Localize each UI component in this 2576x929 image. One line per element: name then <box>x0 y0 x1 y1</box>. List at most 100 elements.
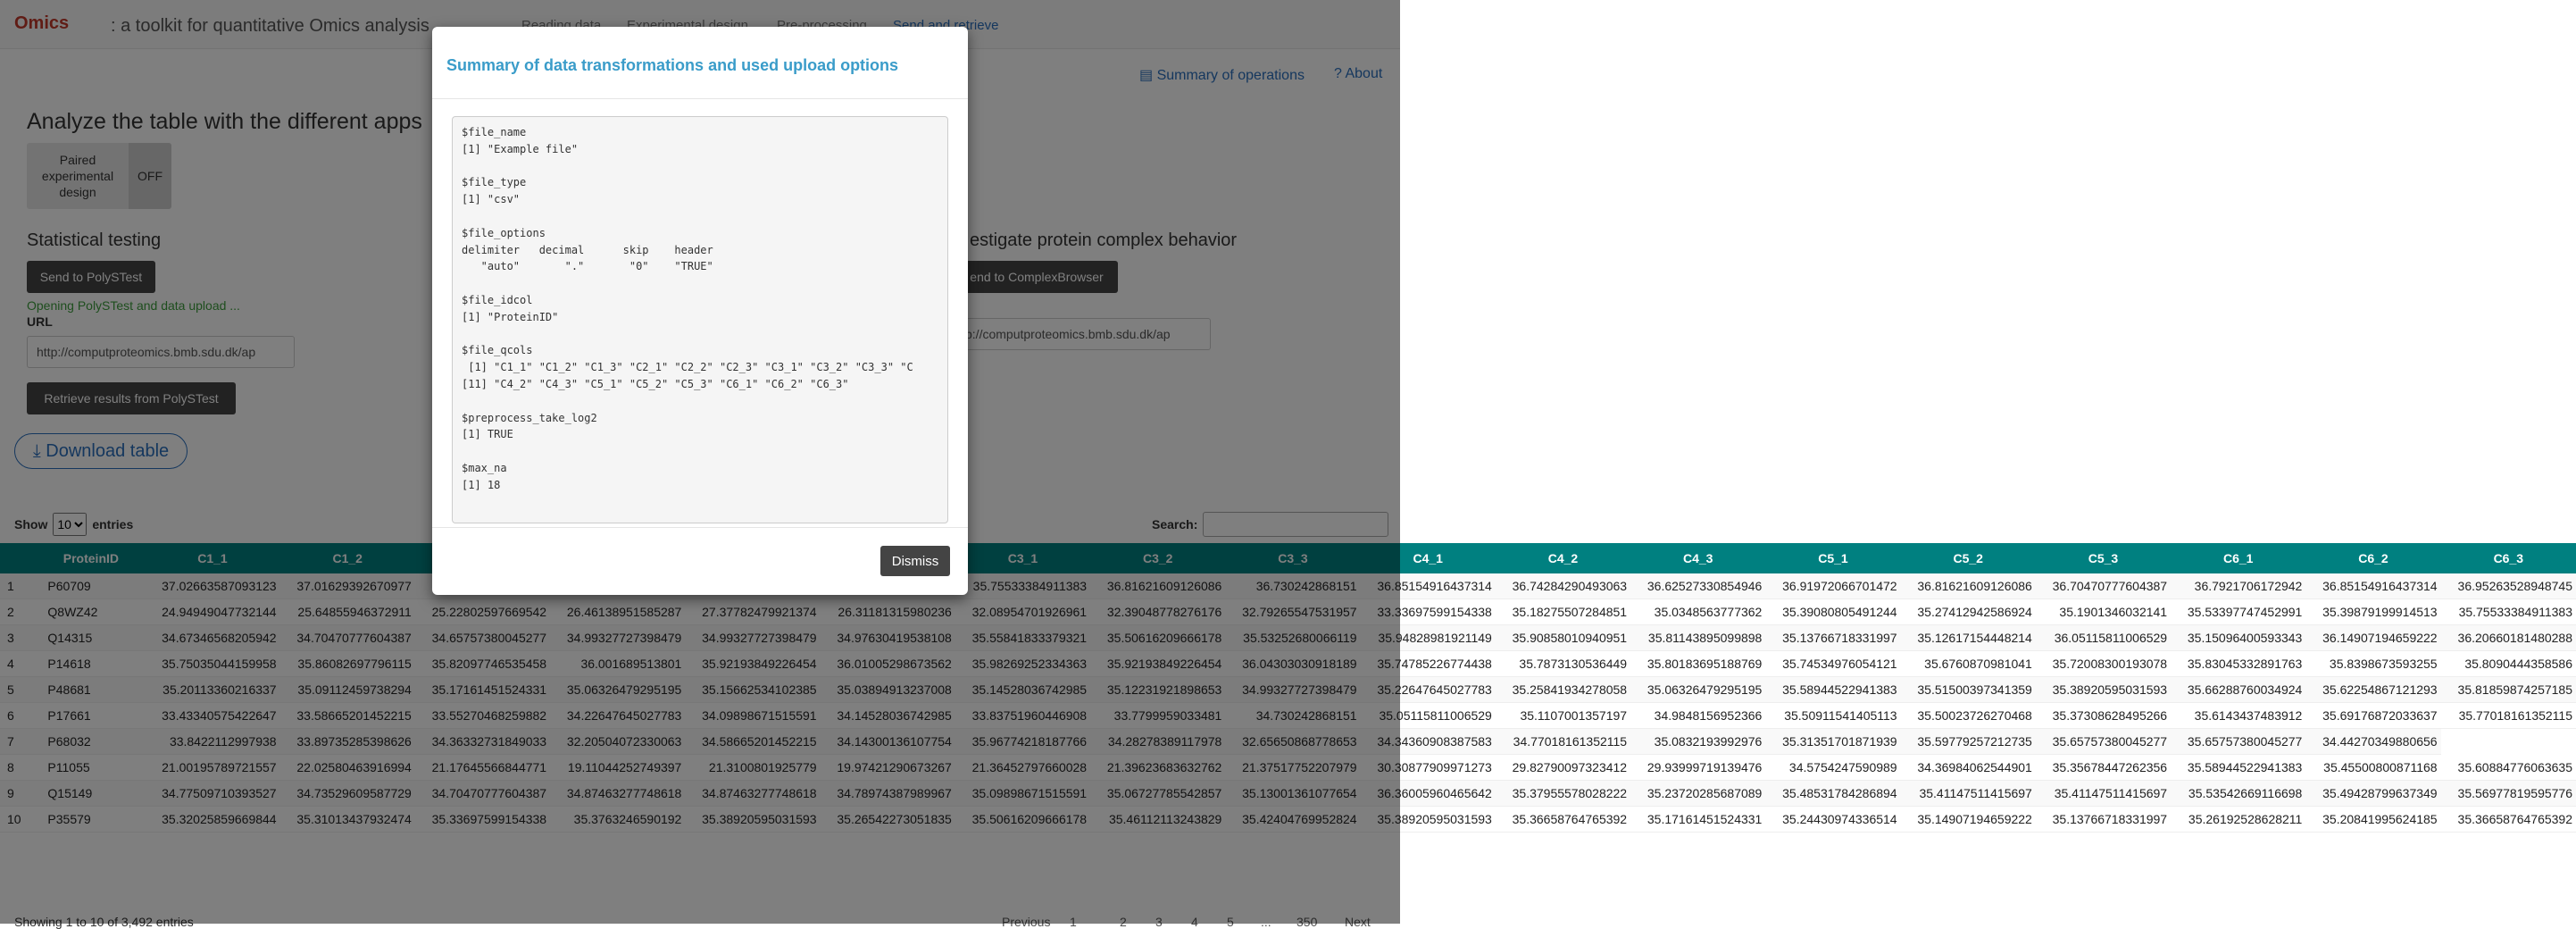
value-cell: 35.23720285687089 <box>1630 780 1766 807</box>
modal-title: Summary of data transformations and used… <box>446 56 899 74</box>
value-cell: 35.60884776063635 <box>2440 754 2576 781</box>
value-cell: 35.50023726270468 <box>1900 702 2036 729</box>
value-cell: 35.14907194659222 <box>1900 806 2036 833</box>
value-cell: 35.53542669116698 <box>2171 780 2306 807</box>
value-cell: 35.1107001357197 <box>1495 702 1631 729</box>
value-cell: 35.74534976054121 <box>1765 650 1901 677</box>
value-cell: 35.36658764765392 <box>1495 806 1631 833</box>
code-line: "auto" "." "0" "TRUE" <box>462 260 713 273</box>
summary-modal: Summary of data transformations and used… <box>432 27 968 595</box>
value-cell: 35.8090444358586 <box>2440 650 2576 677</box>
value-cell: 36.05115811006529 <box>2035 624 2172 651</box>
value-cell: 36.14907194659222 <box>2305 624 2441 651</box>
column-header[interactable]: C4_2 <box>1495 543 1631 573</box>
value-cell: 35.41147511415697 <box>2035 780 2172 807</box>
value-cell: 35.51500397341359 <box>1900 676 2036 703</box>
code-line: [1] TRUE <box>462 428 513 441</box>
value-cell: 34.44270349880656 <box>2305 728 2441 755</box>
value-cell: 35.15096400593343 <box>2171 624 2306 651</box>
code-line: $preprocess_take_log2 <box>462 411 597 424</box>
code-line: [1] 18 <box>462 478 501 491</box>
value-cell: 35.65757380045277 <box>2035 728 2172 755</box>
column-header[interactable]: C5_3 <box>2035 543 2172 573</box>
value-cell: 35.31351701871939 <box>1765 728 1901 755</box>
column-header[interactable]: C6_3 <box>2440 543 2576 573</box>
value-cell: 35.48531784286894 <box>1765 780 1901 807</box>
value-cell: 35.37308628495266 <box>2035 702 2172 729</box>
value-cell: 36.62527330854946 <box>1630 573 1766 599</box>
value-cell: 35.75533384911383 <box>2440 598 2576 625</box>
value-cell: 35.58944522941383 <box>2171 754 2306 781</box>
value-cell: 36.74284290493063 <box>1495 573 1631 599</box>
value-cell: 35.53397747452991 <box>2171 598 2306 625</box>
value-cell: 35.66288760034924 <box>2171 676 2306 703</box>
column-header[interactable]: C4_3 <box>1630 543 1766 573</box>
value-cell: 34.5754247590989 <box>1765 754 1901 781</box>
code-line: delimiter decimal skip header <box>462 243 713 256</box>
value-cell: 35.12617154448214 <box>1900 624 2036 651</box>
value-cell: 35.38920595031593 <box>2035 676 2172 703</box>
value-cell: 29.82790097323412 <box>1495 754 1631 781</box>
value-cell: 35.37955578028222 <box>1495 780 1631 807</box>
value-cell: 35.6760870981041 <box>1900 650 2036 677</box>
column-header[interactable]: C6_2 <box>2305 543 2441 573</box>
code-line: [1] "Example file" <box>462 142 579 155</box>
value-cell: 35.59779257212735 <box>1900 728 2036 755</box>
value-cell: 34.9848156952366 <box>1630 702 1766 729</box>
code-line: [1] "C1_1" "C1_2" "C1_3" "C2_1" "C2_2" "… <box>462 361 913 374</box>
code-line: [11] "C4_2" "C4_3" "C5_1" "C5_2" "C5_3" … <box>462 377 849 390</box>
value-cell: 35.7873130536449 <box>1495 650 1631 677</box>
value-cell: 35.65757380045277 <box>2171 728 2306 755</box>
value-cell: 35.36658764765392 <box>2440 806 2576 833</box>
code-line: [1] "ProteinID" <box>462 310 559 323</box>
value-cell: 35.6143437483912 <box>2171 702 2306 729</box>
column-header[interactable]: C5_1 <box>1765 543 1901 573</box>
value-cell: 36.91972066701472 <box>1765 573 1901 599</box>
value-cell: 35.27412942586924 <box>1900 598 2036 625</box>
value-cell: 36.20660181480288 <box>2440 624 2576 651</box>
value-cell: 35.49428799637349 <box>2305 780 2441 807</box>
value-cell: 35.8398673593255 <box>2305 650 2441 677</box>
value-cell: 35.69176872033637 <box>2305 702 2441 729</box>
value-cell: 36.85154916437314 <box>2305 573 2441 599</box>
value-cell: 35.81143895099898 <box>1630 624 1766 651</box>
code-line: $max_na <box>462 461 507 474</box>
value-cell: 35.13766718331997 <box>2035 806 2172 833</box>
value-cell: 35.25841934278058 <box>1495 676 1631 703</box>
value-cell: 29.93999719139476 <box>1630 754 1766 781</box>
value-cell: 35.77018161352115 <box>2440 702 2576 729</box>
value-cell: 35.72008300193078 <box>2035 650 2172 677</box>
modal-header: Summary of data transformations and used… <box>432 27 968 99</box>
value-cell: 35.24430974336514 <box>1765 806 1901 833</box>
value-cell: 36.95263528948745 <box>2440 573 2576 599</box>
value-cell: 35.13766718331997 <box>1765 624 1901 651</box>
value-cell: 35.39879199914513 <box>2305 598 2441 625</box>
value-cell: 35.90858010940951 <box>1495 624 1631 651</box>
value-cell: 35.1901346032141 <box>2035 598 2172 625</box>
code-line: $file_qcols <box>462 344 533 357</box>
value-cell: 35.83045332891763 <box>2171 650 2306 677</box>
code-line: $file_idcol <box>462 293 533 306</box>
column-header[interactable]: C5_2 <box>1900 543 2036 573</box>
value-cell: 35.35678447262356 <box>2035 754 2172 781</box>
code-line: $file_name <box>462 126 527 138</box>
value-cell: 36.70470777604387 <box>2035 573 2172 599</box>
value-cell: 35.56977819595776 <box>2440 780 2576 807</box>
column-header[interactable]: C6_1 <box>2171 543 2306 573</box>
value-cell: 35.18275507284851 <box>1495 598 1631 625</box>
code-line: $file_type <box>462 176 527 189</box>
value-cell: 35.06326479295195 <box>1630 676 1766 703</box>
value-cell: 34.36984062544901 <box>1900 754 2036 781</box>
value-cell: 34.77018161352115 <box>1495 728 1631 755</box>
value-cell: 35.39080805491244 <box>1765 598 1901 625</box>
dismiss-button[interactable]: Dismiss <box>880 546 950 576</box>
value-cell: 35.0832193992976 <box>1630 728 1766 755</box>
value-cell: 35.0348563777362 <box>1630 598 1766 625</box>
value-cell: 35.41147511415697 <box>1900 780 2036 807</box>
